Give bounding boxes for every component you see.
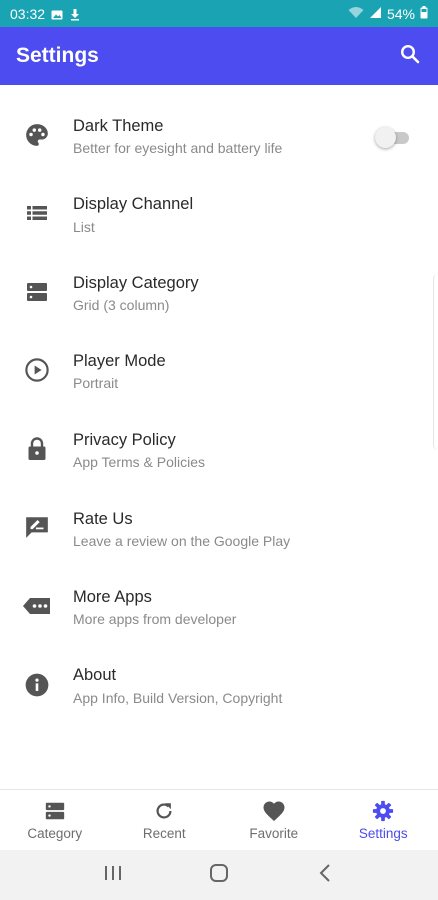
nav-label: Favorite: [249, 826, 299, 841]
category-icon: [43, 799, 67, 823]
setting-dark-theme[interactable]: Dark Theme Better for eyesight and batte…: [0, 85, 438, 163]
setting-display-category[interactable]: Display Category Grid (3 column): [0, 242, 438, 320]
setting-title: Dark Theme: [73, 117, 164, 135]
info-icon: [22, 670, 52, 700]
list-icon: [22, 198, 52, 228]
recent-apps-icon: [104, 865, 122, 886]
setting-subtitle: Portrait: [73, 375, 119, 391]
heart-icon: [262, 799, 286, 823]
back-button[interactable]: [305, 855, 345, 895]
nav-label: Category: [27, 826, 83, 841]
nav-item-recent[interactable]: Recent: [110, 790, 220, 850]
scroll-edge-handle[interactable]: [433, 274, 438, 450]
grid-icon: [22, 277, 52, 307]
setting-rate-us[interactable]: Rate Us Leave a review on the Google Pla…: [0, 478, 438, 556]
setting-subtitle: Grid (3 column): [73, 297, 170, 313]
setting-player-mode[interactable]: Player Mode Portrait: [0, 321, 438, 399]
setting-title: Display Category: [73, 274, 199, 292]
setting-title: Display Channel: [73, 195, 194, 213]
setting-subtitle: List: [73, 219, 95, 235]
palette-icon: [22, 120, 52, 150]
back-icon: [319, 863, 331, 887]
setting-about[interactable]: About App Info, Build Version, Copyright: [0, 635, 438, 713]
home-button[interactable]: [199, 855, 239, 895]
system-nav-bar: [0, 850, 438, 900]
setting-privacy-policy[interactable]: Privacy Policy App Terms & Policies: [0, 399, 438, 477]
setting-title: About: [73, 666, 117, 684]
setting-title: More Apps: [73, 588, 152, 606]
nav-item-category[interactable]: Category: [0, 790, 110, 850]
lock-icon: [22, 434, 52, 464]
nav-item-settings[interactable]: Settings: [329, 790, 438, 850]
settings-list: Dark Theme Better for eyesight and batte…: [0, 85, 438, 789]
dark-theme-toggle[interactable]: [375, 127, 409, 148]
gear-icon: [371, 799, 395, 823]
page-title: Settings: [16, 44, 99, 67]
battery-level: 54%: [386, 5, 415, 22]
nav-item-favorite[interactable]: Favorite: [219, 790, 329, 850]
bottom-nav: Category Recent Favorite Settings: [0, 789, 438, 850]
download-icon: [69, 8, 81, 20]
search-icon: [400, 44, 420, 69]
setting-title: Rate Us: [73, 510, 133, 528]
recent-apps-button[interactable]: [93, 855, 133, 895]
battery-icon: [420, 5, 428, 22]
wifi-icon: [348, 6, 364, 22]
setting-subtitle: More apps from developer: [73, 611, 237, 627]
play-circle-icon: [22, 355, 52, 385]
setting-more-apps[interactable]: More Apps More apps from developer: [0, 556, 438, 634]
search-button[interactable]: [398, 44, 422, 68]
setting-subtitle: Better for eyesight and battery life: [73, 140, 283, 156]
status-bar: 03:32 54%: [0, 0, 438, 27]
setting-subtitle: App Info, Build Version, Copyright: [73, 690, 283, 706]
status-time: 03:32: [10, 5, 46, 22]
more-apps-icon: [22, 591, 52, 621]
nav-label: Recent: [142, 826, 186, 841]
status-left: 03:32: [10, 6, 81, 22]
status-right: 54%: [348, 5, 428, 22]
toggle-thumb: [375, 127, 396, 148]
app-bar: Settings: [0, 27, 438, 85]
image-icon: [51, 8, 63, 20]
setting-title: Privacy Policy: [73, 431, 176, 449]
home-icon: [209, 863, 229, 888]
setting-display-channel[interactable]: Display Channel List: [0, 164, 438, 242]
nav-label: Settings: [358, 826, 408, 841]
rate-review-icon: [22, 512, 52, 542]
setting-subtitle: Leave a review on the Google Play: [73, 533, 291, 549]
refresh-icon: [152, 799, 176, 823]
setting-subtitle: App Terms & Policies: [73, 454, 206, 470]
signal-icon: [369, 6, 382, 22]
setting-title: Player Mode: [73, 352, 166, 370]
